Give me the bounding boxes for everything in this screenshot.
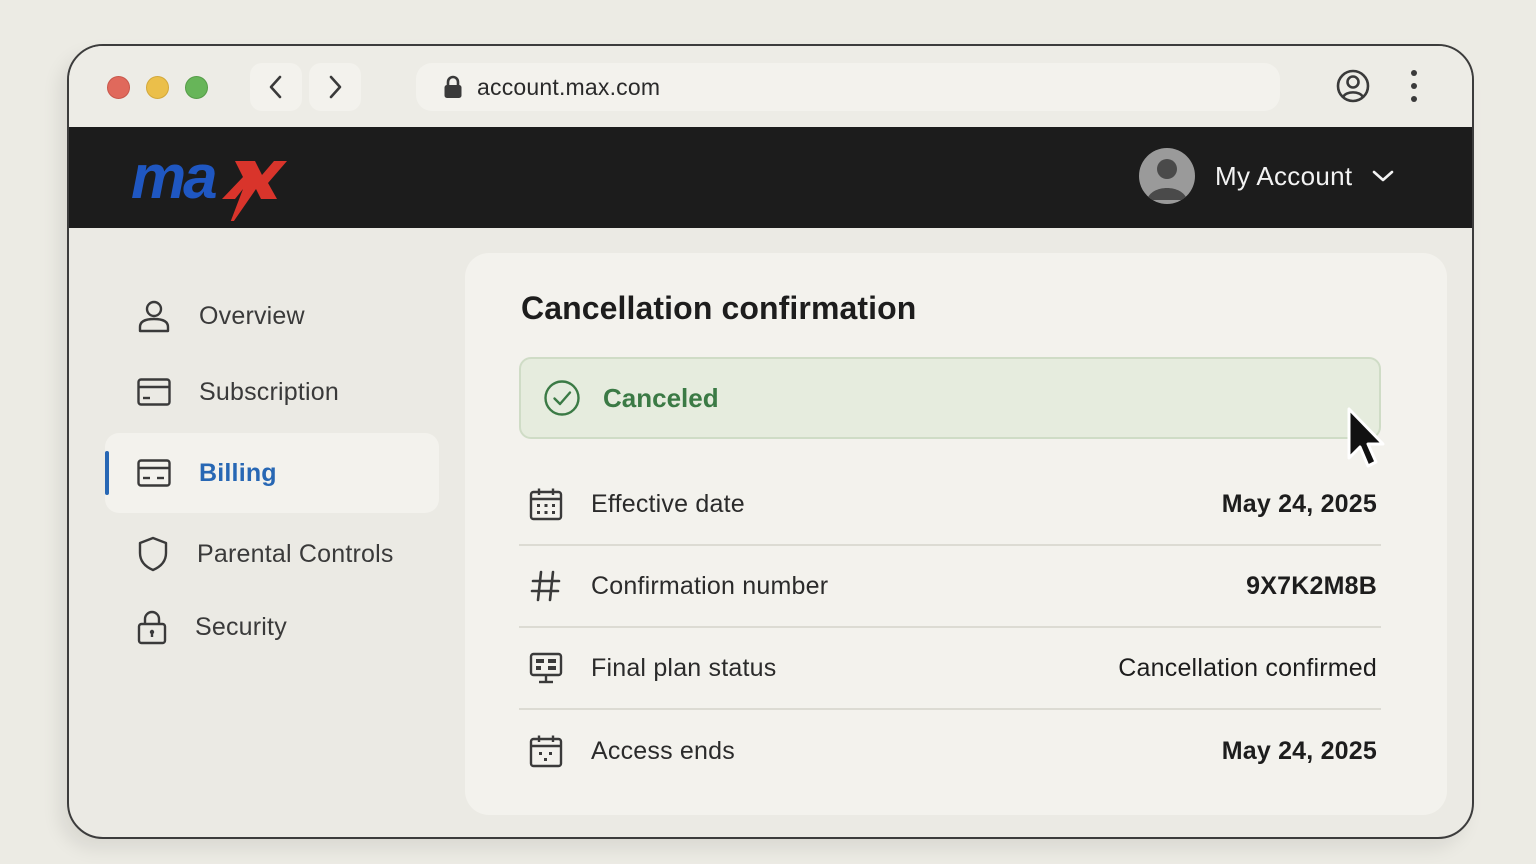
sidebar-item-label: Overview: [199, 301, 305, 330]
mouse-cursor-icon: [1347, 407, 1385, 468]
sidebar-item-subscription[interactable]: Subscription: [105, 352, 439, 432]
check-circle-icon: [544, 380, 580, 416]
detail-value: Cancellation confirmed: [1118, 653, 1377, 682]
detail-label: Effective date: [591, 489, 745, 518]
forward-button[interactable]: [309, 63, 361, 111]
my-account-label: My Account: [1215, 160, 1353, 191]
detail-value: 9X7K2M8B: [1246, 571, 1377, 600]
user-avatar-icon: [1147, 159, 1187, 200]
status-badge: Canceled: [603, 382, 719, 413]
maximize-window-button[interactable]: [185, 76, 208, 99]
browser-window: account.max.com ma My Account Overview S…: [67, 44, 1474, 839]
card-icon: [137, 459, 171, 487]
chevron-right-icon: [329, 75, 342, 99]
monitor-icon: [529, 652, 563, 684]
minimize-window-button[interactable]: [146, 76, 169, 99]
sidebar-item-label: Security: [195, 612, 287, 641]
lock-icon: [137, 610, 167, 645]
calendar-icon: [529, 735, 563, 768]
my-account-menu[interactable]: My Account: [1139, 148, 1394, 204]
detail-label: Access ends: [591, 736, 735, 765]
detail-row-effective-date: Effective date May 24, 2025: [519, 464, 1381, 546]
detail-row-access-ends: Access ends May 24, 2025: [519, 710, 1381, 792]
chevron-down-icon: [1373, 170, 1394, 182]
sidebar-item-billing[interactable]: Billing: [105, 433, 439, 513]
profile-icon: [1336, 69, 1370, 103]
calendar-icon: [529, 488, 563, 521]
status-banner: Canceled: [519, 357, 1381, 439]
sidebar-item-parental-controls[interactable]: Parental Controls: [105, 514, 439, 594]
card-icon: [137, 378, 171, 406]
browser-toolbar: account.max.com: [69, 46, 1472, 127]
back-button[interactable]: [250, 63, 302, 111]
site-header: ma My Account: [69, 127, 1472, 231]
sidebar-item-label: Parental Controls: [197, 539, 394, 568]
lock-icon: [444, 75, 462, 98]
detail-label: Final plan status: [591, 653, 777, 682]
detail-label: Confirmation number: [591, 571, 829, 600]
avatar: [1139, 148, 1195, 204]
detail-value: May 24, 2025: [1221, 489, 1377, 518]
sidebar-item-overview[interactable]: Overview: [105, 276, 439, 356]
detail-row-confirmation-number: Confirmation number 9X7K2M8B: [519, 546, 1381, 628]
sidebar-item-label: Subscription: [199, 377, 339, 406]
close-window-button[interactable]: [107, 76, 130, 99]
sidebar-item-label: Billing: [199, 458, 277, 487]
hash-icon: [530, 570, 561, 602]
kebab-menu-icon: [1411, 70, 1417, 102]
browser-menu-button[interactable]: [1409, 68, 1419, 104]
page-title: Cancellation confirmation: [521, 290, 917, 326]
max-logo[interactable]: ma: [131, 139, 291, 231]
chevron-left-icon: [269, 75, 282, 99]
address-bar[interactable]: account.max.com: [416, 63, 1280, 111]
user-icon: [138, 300, 170, 333]
sidebar-item-security[interactable]: Security: [105, 587, 439, 667]
detail-value: May 24, 2025: [1221, 736, 1377, 765]
cancellation-card: Cancellation confirmation Canceled Effec…: [465, 253, 1447, 815]
detail-row-final-plan-status: Final plan status Cancellation confirmed: [519, 628, 1381, 710]
shield-icon: [138, 536, 168, 572]
svg-text:ma: ma: [131, 143, 216, 212]
browser-profile-button[interactable]: [1335, 68, 1371, 104]
url-text: account.max.com: [477, 73, 661, 100]
